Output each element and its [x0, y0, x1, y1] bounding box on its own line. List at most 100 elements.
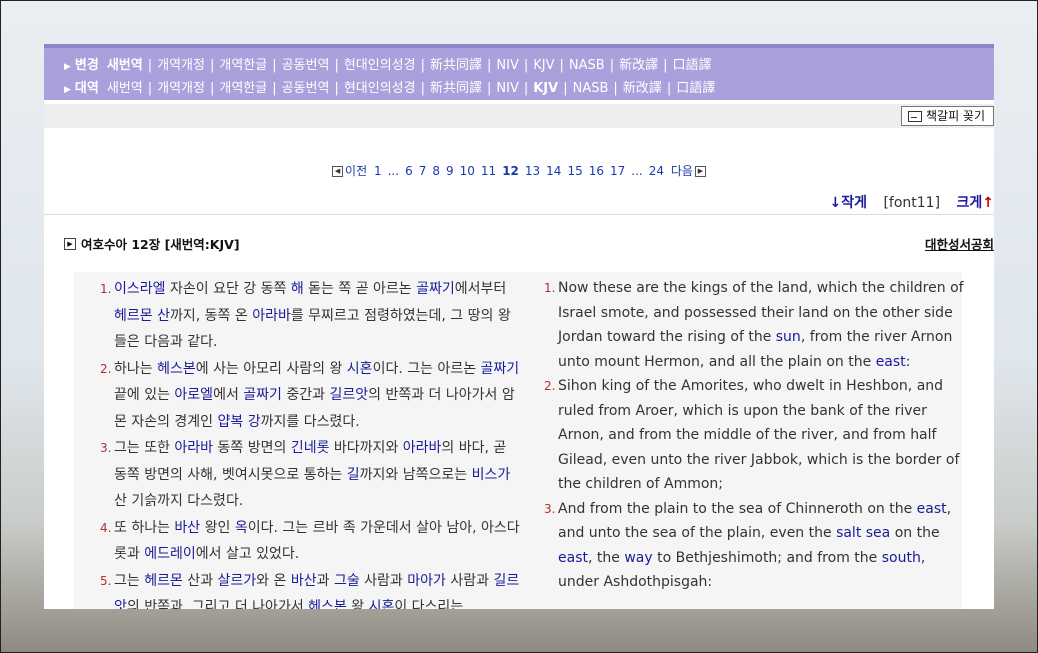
version-link[interactable]: 공동번역	[282, 58, 330, 73]
verse-number: 3.	[544, 501, 556, 516]
dictionary-link[interactable]: 시혼	[347, 361, 373, 377]
prev-link[interactable]: 이전	[345, 164, 367, 178]
verse-item: 1. Now these are the kings of the land, w…	[544, 276, 964, 374]
english-column: 1. Now these are the kings of the land, w…	[544, 276, 964, 595]
next-link[interactable]: 다음	[671, 164, 693, 178]
dictionary-link[interactable]: 길르앗	[329, 387, 368, 403]
version-link[interactable]: NIV	[496, 81, 518, 96]
dictionary-link[interactable]: 골짜기	[243, 387, 282, 403]
page-list: 1... 6 7 8 9 10 11 12 13 14 15 16 17... 24	[371, 164, 667, 178]
text-segment: 산과	[182, 572, 218, 589]
dictionary-link[interactable]: 해	[291, 281, 304, 297]
dictionary-link[interactable]: 얍복 강	[218, 414, 261, 430]
dictionary-link[interactable]: east	[558, 550, 588, 566]
dictionary-link[interactable]: 살르가	[218, 573, 257, 589]
page-link[interactable]: 9	[446, 164, 454, 178]
page-link[interactable]: 1	[374, 164, 382, 178]
dictionary-link[interactable]: 마아가	[407, 573, 446, 589]
page-link[interactable]: 6	[405, 164, 413, 178]
dictionary-link[interactable]: 길	[347, 467, 360, 483]
dictionary-link[interactable]: salt sea	[836, 525, 890, 541]
dictionary-link[interactable]: 골짜기	[416, 281, 455, 297]
version-link[interactable]: 개역개정	[157, 81, 205, 96]
version-link[interactable]: 개역한글	[219, 58, 267, 73]
version-link[interactable]: 新共同譯	[430, 81, 482, 96]
dictionary-link[interactable]: 옥	[235, 520, 248, 536]
separator: |	[209, 81, 215, 96]
text-segment: 동쪽 방면의	[213, 440, 291, 456]
version-link[interactable]: 口語譯	[676, 81, 715, 96]
page-link[interactable]: 10	[460, 164, 475, 178]
version-link[interactable]: 개역개정	[157, 58, 205, 73]
dictionary-link[interactable]: way	[624, 550, 652, 566]
dictionary-link[interactable]: 바산	[174, 520, 200, 536]
dictionary-link[interactable]: 이스라엘	[114, 281, 166, 297]
version-link[interactable]: 현대인의성경	[344, 58, 416, 73]
verse-item: 5. 그는 헤르몬 산과 살르가와 온 바산과 그술 사람과 마아가 사람과 길르…	[100, 568, 520, 610]
bible-page: ▶ 변경 새번역 | 개역개정 | 개역한글 | 공동번역 | 현대인의성경 | 新共同譯 | NIV | KJ…	[44, 44, 994, 609]
font-bigger-link[interactable]: 크게↑	[957, 195, 995, 211]
separator: |	[487, 58, 492, 73]
version-link[interactable]: 新共同譯	[430, 58, 482, 73]
version-link[interactable]: 공동번역	[282, 81, 330, 96]
page-link[interactable]: 7	[419, 164, 427, 178]
text-segment: 돋는 쪽 곧 아르논	[303, 281, 417, 297]
dictionary-link[interactable]: 아라바	[252, 308, 291, 324]
dictionary-link[interactable]: 아라바	[174, 440, 213, 456]
dictionary-link[interactable]: 헤스본	[308, 599, 347, 609]
version-link[interactable]: 新改譯	[619, 58, 658, 73]
dictionary-link[interactable]: 헤스본	[157, 361, 196, 377]
dictionary-link[interactable]: 비스가	[472, 467, 511, 483]
dictionary-link[interactable]: 골짜기	[481, 361, 520, 377]
version-link[interactable]: 新改譯	[623, 81, 662, 96]
version-link[interactable]: 개역한글	[219, 81, 267, 96]
play-icon[interactable]: ▶	[64, 237, 76, 250]
dictionary-link[interactable]: 그술	[334, 573, 360, 589]
version-link[interactable]: 현대인의성경	[344, 81, 416, 96]
page-link[interactable]: 13	[525, 164, 540, 178]
dictionary-link[interactable]: 헤르몬 산	[114, 308, 170, 324]
dictionary-link[interactable]: 헤르몬	[144, 573, 183, 589]
version-link[interactable]: NIV	[496, 58, 518, 73]
dictionary-link[interactable]: 시혼	[369, 599, 395, 609]
page-link[interactable]: 11	[481, 164, 496, 178]
page-link[interactable]: 8	[432, 164, 440, 178]
verse-number: 1.	[544, 281, 556, 295]
page-link[interactable]: 24	[649, 164, 664, 178]
version-link[interactable]: KJV	[533, 58, 554, 73]
page-link[interactable]: 16	[589, 164, 604, 178]
version-row-change: ▶ 변경 새번역 | 개역개정 | 개역한글 | 공동번역 | 현대인의성경 | 新共同譯 | NIV | KJ…	[44, 54, 994, 77]
separator: |	[147, 58, 153, 73]
version-link[interactable]: KJV	[533, 81, 558, 96]
page-link[interactable]: 12	[502, 164, 519, 178]
dictionary-link[interactable]: 긴네롯	[291, 440, 330, 456]
version-row-parallel: ▶ 대역 새번역 | 개역개정 | 개역한글 | 공동번역 | 현대인의성경 | 新共同譯 | NIV | KJ…	[44, 77, 994, 100]
dictionary-link[interactable]: east	[876, 354, 906, 370]
dictionary-link[interactable]: 아로엘	[174, 387, 213, 403]
dictionary-link[interactable]: 아라바	[403, 440, 442, 456]
text-segment: 왕	[346, 599, 369, 609]
version-link[interactable]: 새번역	[107, 58, 143, 73]
dictionary-link[interactable]: 바산	[291, 573, 317, 589]
page-link[interactable]: 17	[610, 164, 625, 178]
dictionary-link[interactable]: south	[882, 550, 921, 566]
publisher-link[interactable]: 대한성서공회	[925, 234, 994, 253]
dictionary-link[interactable]: east	[917, 501, 947, 517]
font-smaller-link[interactable]: ↓작게	[829, 195, 867, 211]
version-link[interactable]: NASB	[573, 81, 609, 96]
page-link[interactable]: 15	[567, 164, 582, 178]
prev-arrow-icon[interactable]: ◀	[332, 166, 344, 177]
dictionary-link[interactable]: sun	[776, 329, 801, 345]
version-link[interactable]: NASB	[569, 58, 605, 73]
page-link[interactable]: 14	[546, 164, 561, 178]
separator: |	[613, 81, 618, 96]
bookmark-icon	[907, 110, 922, 122]
version-link[interactable]: 口語譯	[672, 58, 711, 73]
verse-content: 1. 이스라엘 자손이 요단 강 동쪽 해 돋는 쪽 곧 아르논 골짜기에서부터 …	[74, 272, 964, 610]
verse-text: And from the plain to the sea of Chinner…	[558, 497, 964, 595]
add-bookmark-button[interactable]: 책갈피 꽂기	[900, 106, 994, 126]
verse-item: 3. And from the plain to the sea of Chinn…	[544, 497, 964, 595]
dictionary-link[interactable]: 에드레이	[144, 546, 196, 562]
version-link[interactable]: 새번역	[107, 81, 143, 96]
next-arrow-icon[interactable]: ▶	[694, 166, 706, 177]
